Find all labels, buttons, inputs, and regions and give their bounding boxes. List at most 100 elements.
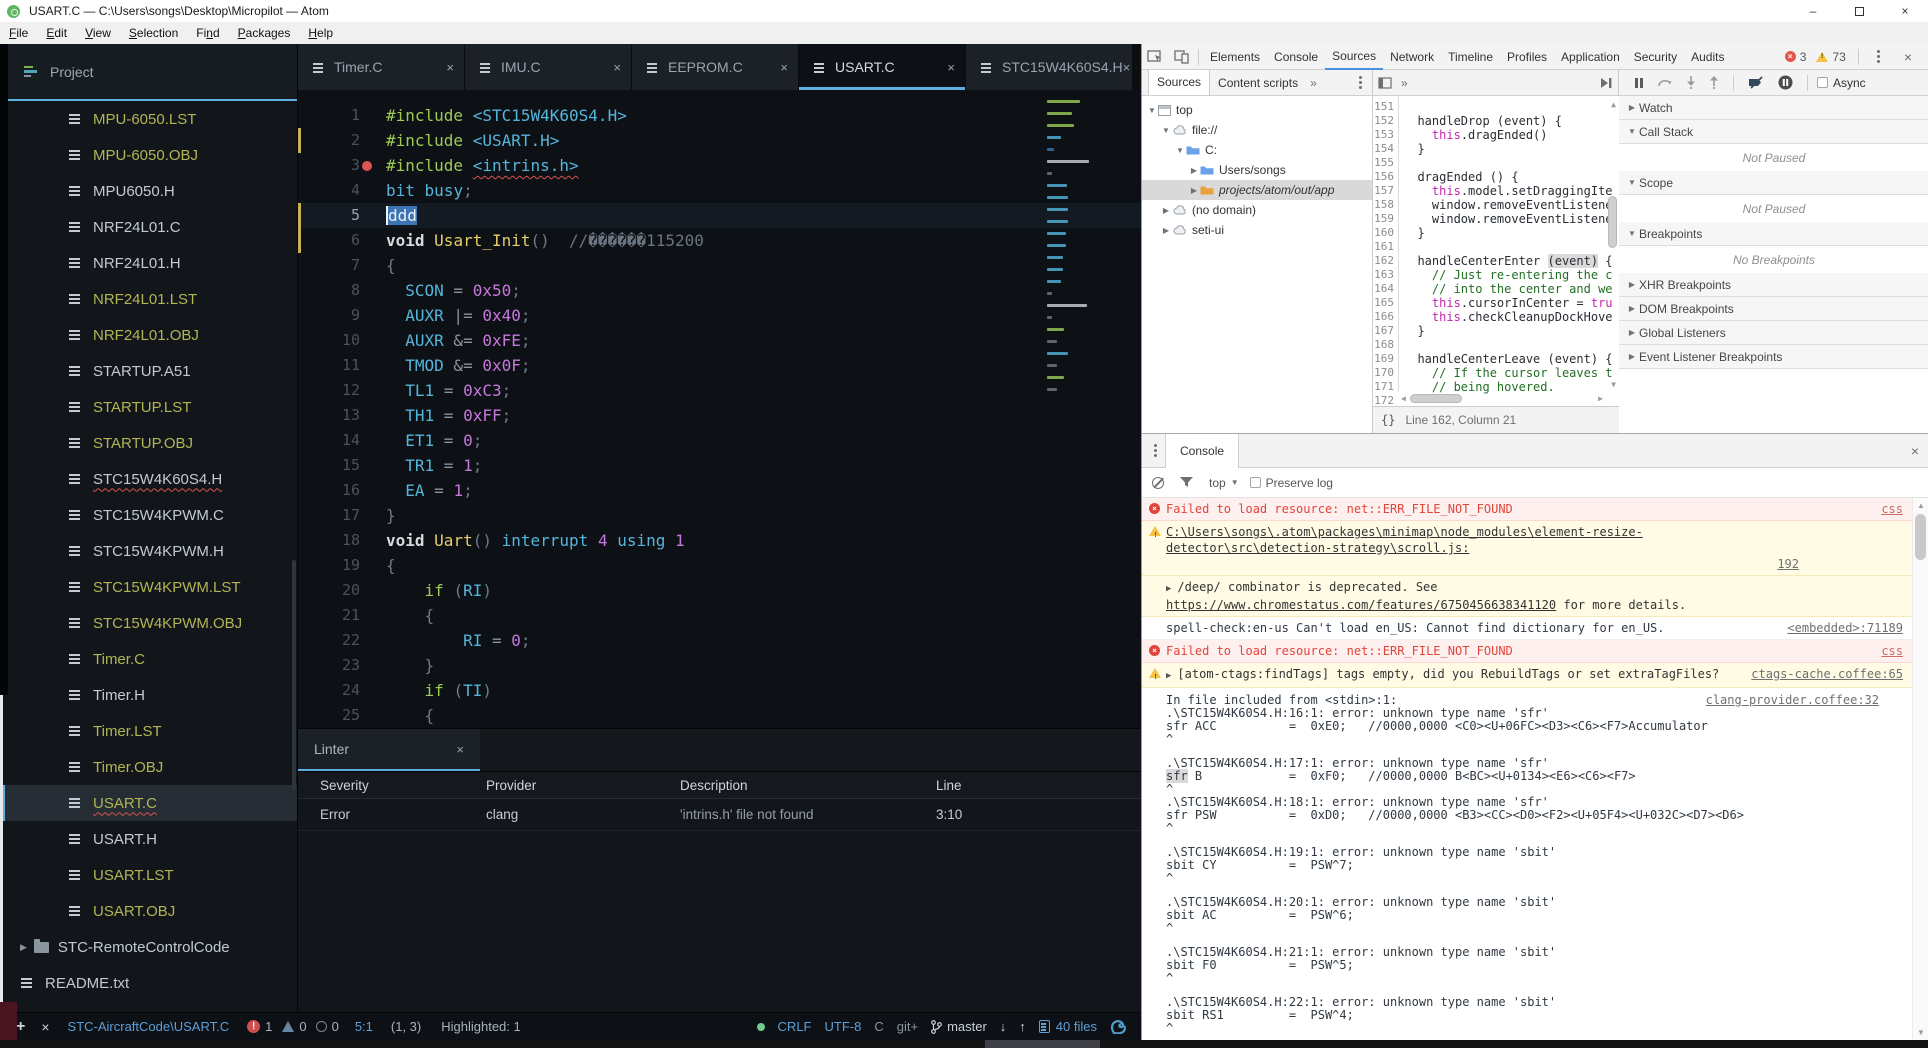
tree-item-stc15w4kpwm-h[interactable]: STC15W4KPWM.H [0, 533, 297, 569]
breakpoint-icon[interactable] [362, 161, 372, 171]
clear-console-icon[interactable] [1152, 476, 1164, 489]
close-button[interactable]: × [1882, 0, 1928, 22]
linter-column-provider[interactable]: Provider [486, 778, 680, 793]
devtools-close-icon[interactable]: × [1894, 49, 1922, 65]
editor-line[interactable]: 6 void Usart_Init() //������115200 [298, 228, 1141, 253]
navigator-item-users-songs[interactable]: ▶ Users/songs [1142, 160, 1372, 180]
step-into-icon[interactable] [1686, 76, 1696, 89]
tree-item-startup-lst[interactable]: STARTUP.LST [0, 389, 297, 425]
console-source-link[interactable]: css [1881, 643, 1903, 659]
editor-line[interactable]: 13 TH1 = 0xFF; [298, 403, 1141, 428]
navigator-menu-icon[interactable] [1359, 76, 1362, 79]
grammar-selector[interactable]: C [874, 1019, 883, 1034]
tab-content-scripts[interactable]: Content scripts [1210, 76, 1306, 90]
editor-line[interactable]: 24 if (TI) [298, 678, 1141, 703]
tree-item-timer-h[interactable]: Timer.H [0, 677, 297, 713]
tree-item-startup-a51[interactable]: STARTUP.A51 [0, 353, 297, 389]
pause-on-exceptions-icon[interactable] [1778, 75, 1793, 90]
sidebar-section-watch[interactable]: ▶ Watch [1619, 96, 1928, 120]
hide-navigator-icon[interactable] [1378, 76, 1392, 89]
console-source-link[interactable]: ctags-cache.coffee:65 [1751, 666, 1903, 682]
devtools-tab-application[interactable]: Application [1554, 44, 1627, 70]
source-viewer[interactable]: 151 152 153 154 155 156 157 158 159 160 161 162 163 1… [1373, 96, 1619, 433]
close-icon[interactable]: × [446, 60, 454, 75]
editor-line[interactable]: 18 void Uart() interrupt 4 using 1 [298, 528, 1141, 553]
chevron-down-icon[interactable]: ▼ [1174, 146, 1186, 155]
git-status[interactable]: git+ [897, 1019, 918, 1034]
menu-file[interactable]: File [0, 22, 37, 44]
tree-item-nrf24l01-h[interactable]: NRF24L01.H [0, 245, 297, 281]
pause-script-icon[interactable] [1634, 77, 1644, 89]
code-editor[interactable]: 1 #include <STC15W4K60S4.H> 2 #include <USA… [298, 90, 1141, 728]
add-project-folder-button[interactable]: + [16, 1018, 25, 1036]
close-icon[interactable]: × [41, 1019, 49, 1035]
current-file-path[interactable]: STC-AircraftCode\USART.C [68, 1019, 230, 1034]
editor-tab-imu-c[interactable]: IMU.C × [465, 44, 632, 90]
scroll-down-icon[interactable]: ▼ [1611, 380, 1616, 389]
tree-item-stc15w4kpwm-c[interactable]: STC15W4KPWM.C [0, 497, 297, 533]
tab-sources-files[interactable]: Sources [1148, 70, 1211, 95]
editor-line[interactable]: 17} [298, 503, 1141, 528]
devtools-tab-audits[interactable]: Audits [1684, 44, 1731, 70]
error-badge-icon[interactable]: × [1784, 51, 1796, 62]
more-source-tabs-icon[interactable]: » [1397, 76, 1412, 90]
console-source-link[interactable]: clang-provider.coffee:32 [1706, 694, 1879, 707]
encoding-selector[interactable]: UTF-8 [825, 1019, 862, 1034]
chevron-right-icon[interactable]: ▶ [1188, 166, 1200, 175]
console-message[interactable]: × Failed to load resource: net::ERR_FILE_… [1142, 640, 1928, 663]
tree-item-timer-obj[interactable]: Timer.OBJ [0, 749, 297, 785]
tree-item-stc15w4k60s4-h[interactable]: STC15W4K60S4.H [0, 461, 297, 497]
tree-scrollbar[interactable] [292, 560, 296, 790]
editor-line[interactable]: 20 if (RI) [298, 578, 1141, 603]
devtools-tab-security[interactable]: Security [1627, 44, 1684, 70]
menu-help[interactable]: Help [299, 22, 342, 44]
editor-line[interactable]: 4 bit busy; [298, 178, 1141, 203]
editor-line[interactable]: 3 #include <intrins.h> [298, 153, 1141, 178]
linter-error-badge-icon[interactable]: ! [247, 1020, 261, 1033]
expand-icon[interactable]: ▶ [1166, 584, 1171, 594]
tree-item-startup-obj[interactable]: STARTUP.OBJ [0, 425, 297, 461]
editor-line[interactable]: 10 AUXR &= 0xFE; [298, 328, 1141, 353]
linter-column-line[interactable]: Line [936, 778, 1141, 793]
menu-view[interactable]: View [76, 22, 120, 44]
warning-badge-icon[interactable] [1816, 51, 1829, 62]
console-message[interactable]: In file included from <stdin>:1: clang-pr… [1142, 688, 1928, 1040]
git-pull-icon[interactable]: ↓ [1000, 1019, 1007, 1034]
preserve-log-toggle[interactable]: Preserve log [1249, 476, 1333, 490]
scroll-up-icon[interactable]: ▲ [1917, 501, 1925, 510]
editor-line[interactable]: 8 SCON = 0x50; [298, 278, 1141, 303]
scroll-up-icon[interactable]: ▲ [1611, 100, 1616, 109]
tree-item-timer-lst[interactable]: Timer.LST [0, 713, 297, 749]
console-message[interactable]: C:\Users\songs\.atom\packages\minimap\no… [1142, 521, 1928, 576]
console-source-link[interactable]: <embedded>:71189 [1787, 620, 1903, 636]
sidebar-section-dom-breakpoints[interactable]: ▶ DOM Breakpoints [1619, 297, 1928, 321]
devtools-tab-profiles[interactable]: Profiles [1500, 44, 1554, 70]
minimap[interactable] [1045, 100, 1137, 520]
chevron-down-icon[interactable]: ▼ [1160, 126, 1172, 135]
linter-info-badge-icon[interactable] [315, 1021, 327, 1032]
linter-row[interactable]: Error clang 'intrins.h' file not found 3:10 [298, 799, 1141, 831]
source-horizontal-scrollbar[interactable]: ◀ ▶ [1401, 392, 1603, 405]
tree-item-usart-obj[interactable]: USART.OBJ [0, 893, 297, 929]
console-message[interactable]: ▶[atom-ctags:findTags] tags empty, did y… [1142, 663, 1928, 688]
linter-warning-badge-icon[interactable] [282, 1021, 295, 1032]
sidebar-section-global-listeners[interactable]: ▶ Global Listeners [1619, 321, 1928, 345]
close-icon[interactable]: × [613, 60, 621, 75]
drawer-menu-icon[interactable] [1154, 444, 1157, 447]
chevron-right-icon[interactable]: ▶ [1188, 186, 1200, 195]
step-over-icon[interactable] [1657, 77, 1673, 89]
show-debugger-sidebar-icon[interactable] [1599, 77, 1613, 89]
editor-tab-usart-c[interactable]: USART.C × [799, 44, 966, 90]
expand-icon[interactable]: ▶ [1166, 671, 1171, 681]
close-icon[interactable]: × [947, 60, 955, 75]
menu-selection[interactable]: Selection [120, 22, 187, 44]
execution-context-selector[interactable]: top ▼ [1209, 476, 1239, 490]
close-icon[interactable]: × [1123, 60, 1131, 75]
deactivate-breakpoints-icon[interactable] [1748, 76, 1765, 89]
chevron-right-icon[interactable]: ▶ [1160, 226, 1172, 235]
tree-item-stc-remotecontrolcode[interactable]: ▶ STC-RemoteControlCode [0, 929, 297, 965]
preserve-log-checkbox[interactable] [1249, 477, 1261, 488]
tree-item-mpu-6050-lst[interactable]: MPU-6050.LST [0, 101, 297, 137]
git-push-icon[interactable]: ↑ [1019, 1019, 1026, 1034]
devtools-menu-icon[interactable] [1876, 50, 1880, 53]
